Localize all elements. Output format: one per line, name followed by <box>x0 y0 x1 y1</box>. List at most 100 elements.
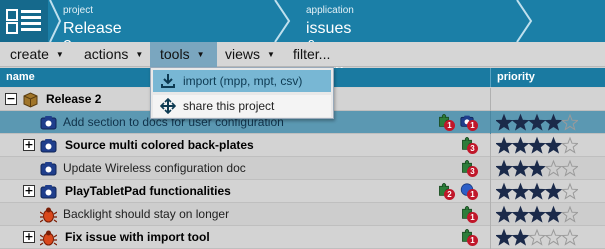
priority-stars[interactable] <box>495 113 579 132</box>
star-empty-icon[interactable] <box>561 113 579 131</box>
puzzle-count-badge[interactable]: 1 <box>460 229 478 247</box>
star-filled-icon[interactable] <box>511 182 530 200</box>
task-icon <box>40 114 57 131</box>
priority-rating[interactable] <box>495 113 579 132</box>
star-filled-icon[interactable] <box>495 113 513 131</box>
task-icon <box>40 160 57 177</box>
bug-icon <box>39 206 58 223</box>
star-filled-icon[interactable] <box>495 205 513 223</box>
priority-rating[interactable] <box>495 159 579 178</box>
badge-count: 1 <box>444 120 455 131</box>
caret-down-icon: ▼ <box>267 50 275 59</box>
priority-stars[interactable] <box>495 228 579 247</box>
expand-icon[interactable]: + <box>23 185 35 197</box>
puzzle-count-badge[interactable]: 1 <box>437 114 455 132</box>
star-empty-icon[interactable] <box>528 228 546 246</box>
star-filled-icon[interactable] <box>511 113 530 131</box>
star-empty-icon[interactable] <box>561 228 579 246</box>
star-filled-icon[interactable] <box>495 228 513 246</box>
star-filled-icon[interactable] <box>544 113 563 131</box>
menu-item-share-label: share this project <box>183 99 275 113</box>
menu-item-share[interactable]: share this project <box>153 95 331 117</box>
table-row[interactable]: + PlayTabletPad functionalities 2 1 <box>0 180 605 203</box>
star-filled-icon[interactable] <box>511 205 530 223</box>
task-count-badge[interactable]: 1 <box>460 114 478 132</box>
import-icon <box>161 74 175 88</box>
star-empty-icon[interactable] <box>561 159 579 177</box>
star-filled-icon[interactable] <box>495 136 513 154</box>
priority-stars[interactable] <box>495 159 579 178</box>
task-icon <box>40 162 57 176</box>
table-row[interactable]: Update Wireless configuration doc 3 <box>0 157 605 180</box>
menu-create-label: create <box>10 46 49 62</box>
row-label: Source multi colored back-plates <box>65 138 254 152</box>
star-empty-icon[interactable] <box>544 228 563 246</box>
star-empty-icon[interactable] <box>561 136 579 154</box>
column-name-header[interactable]: name <box>6 71 35 83</box>
table-row[interactable]: + Fix issue with import tool 1 <box>0 226 605 249</box>
priority-rating[interactable] <box>495 182 579 201</box>
priority-rating[interactable] <box>495 136 579 155</box>
star-filled-icon[interactable] <box>495 159 513 177</box>
star-filled-icon[interactable] <box>528 113 546 131</box>
star-filled-icon[interactable] <box>544 136 563 154</box>
badge-count: 1 <box>467 189 478 200</box>
badge-count: 3 <box>467 143 478 154</box>
row-label: Update Wireless configuration doc <box>63 161 246 175</box>
star-filled-icon[interactable] <box>528 159 546 177</box>
menu-item-import-label: import (mpp, mpt, csv) <box>183 74 303 88</box>
star-filled-icon[interactable] <box>528 205 546 223</box>
task-icon <box>40 185 57 199</box>
chat-count-badge[interactable]: 1 <box>460 183 478 201</box>
share-icon <box>160 98 176 114</box>
collapse-icon[interactable]: − <box>5 93 17 105</box>
badge-count: 1 <box>467 212 478 223</box>
star-filled-icon[interactable] <box>544 182 563 200</box>
puzzle-count-badge[interactable]: 2 <box>437 183 455 201</box>
menu-create[interactable]: create ▼ <box>0 42 70 67</box>
menu-actions-label: actions <box>84 46 129 62</box>
puzzle-count-badge[interactable]: 1 <box>460 206 478 224</box>
breadcrumb-separator-icon <box>516 0 533 42</box>
column-divider <box>490 157 491 180</box>
bug-icon <box>39 230 58 246</box>
table-row[interactable]: + Source multi colored back-plates 3 <box>0 134 605 157</box>
priority-stars[interactable] <box>495 136 579 155</box>
column-divider <box>490 111 491 134</box>
star-empty-icon[interactable] <box>544 159 563 177</box>
priority-rating[interactable] <box>495 205 579 224</box>
column-priority-header[interactable]: priority <box>497 71 535 83</box>
star-empty-icon[interactable] <box>561 182 579 200</box>
puzzle-count-badge[interactable]: 3 <box>460 137 478 155</box>
row-label: Release 2 <box>46 92 102 106</box>
task-icon <box>40 139 57 153</box>
column-divider <box>490 134 491 157</box>
menu-tools[interactable]: tools ▼ <box>150 42 217 67</box>
star-filled-icon[interactable] <box>495 182 513 200</box>
priority-stars[interactable] <box>495 205 579 224</box>
expand-icon[interactable]: + <box>23 231 35 243</box>
table-row[interactable]: Backlight should stay on longer 1 <box>0 203 605 226</box>
star-filled-icon[interactable] <box>528 136 546 154</box>
app-logo-icon[interactable] <box>0 0 48 42</box>
menu-actions[interactable]: actions ▼ <box>74 42 149 67</box>
menu-filter[interactable]: filter... <box>283 42 336 67</box>
menu-filter-label: filter... <box>293 46 331 62</box>
priority-stars[interactable] <box>495 182 579 201</box>
star-filled-icon[interactable] <box>511 136 530 154</box>
star-filled-icon[interactable] <box>511 228 530 246</box>
expand-icon[interactable]: + <box>23 139 35 151</box>
priority-rating[interactable] <box>495 228 579 247</box>
bug-icon <box>39 229 58 246</box>
star-filled-icon[interactable] <box>528 182 546 200</box>
task-icon <box>40 116 57 130</box>
puzzle-count-badge[interactable]: 3 <box>460 160 478 178</box>
column-divider[interactable] <box>490 68 491 87</box>
column-divider <box>490 180 491 203</box>
star-empty-icon[interactable] <box>561 205 579 223</box>
menu-views[interactable]: views ▼ <box>215 42 281 67</box>
caret-down-icon: ▼ <box>135 50 144 59</box>
star-filled-icon[interactable] <box>544 205 563 223</box>
star-filled-icon[interactable] <box>511 159 530 177</box>
menu-item-import[interactable]: import (mpp, mpt, csv) <box>153 70 331 92</box>
